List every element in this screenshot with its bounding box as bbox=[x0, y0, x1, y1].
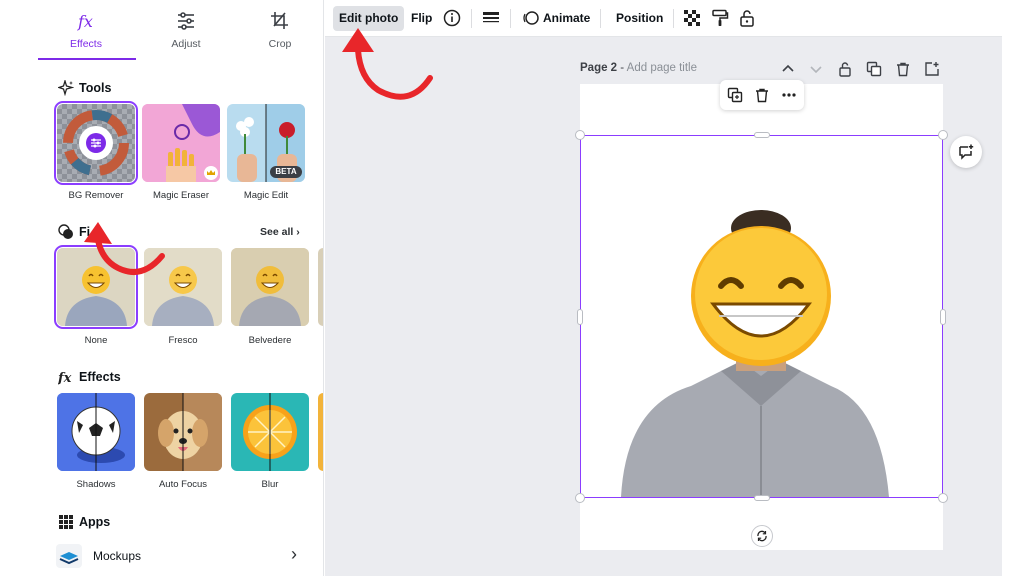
filters-icon bbox=[58, 224, 73, 239]
toolbar-divider bbox=[510, 9, 511, 28]
fx-icon: fx bbox=[77, 12, 93, 31]
tab-effects-label: Effects bbox=[70, 38, 102, 50]
duplicate-page-icon[interactable] bbox=[866, 61, 882, 77]
tab-adjust-label: Adjust bbox=[171, 38, 201, 50]
resize-handle-bottom-right[interactable] bbox=[938, 493, 948, 503]
filter-belvedere-card[interactable] bbox=[231, 248, 309, 326]
filter-belvedere-label: Belvedere bbox=[248, 335, 292, 346]
page-number: Page 2 bbox=[580, 62, 618, 74]
effect-autofocus-label: Auto Focus bbox=[158, 479, 208, 490]
sliders-icon bbox=[178, 12, 194, 30]
tab-effects[interactable]: fx Effects bbox=[38, 8, 134, 60]
adjust-sliders-icon bbox=[86, 133, 106, 153]
page-title-input[interactable]: Add page title bbox=[627, 62, 697, 74]
crop-icon bbox=[271, 12, 288, 29]
tab-adjust[interactable]: Adjust bbox=[138, 8, 234, 60]
filters-title: Fi bbox=[79, 225, 91, 239]
mockups-icon bbox=[56, 544, 82, 568]
rotate-icon bbox=[757, 530, 767, 542]
crown-icon bbox=[204, 166, 218, 180]
trash-icon[interactable] bbox=[754, 87, 770, 103]
resize-handle-bottom-left[interactable] bbox=[575, 493, 585, 503]
page-title-bar: Page 2 - Add page title bbox=[580, 62, 697, 74]
effect-autofocus-thumbnail bbox=[144, 393, 222, 471]
chevron-up-icon[interactable] bbox=[780, 61, 796, 77]
tab-crop-label: Crop bbox=[268, 38, 292, 50]
beta-badge: BETA bbox=[270, 166, 302, 178]
effect-shadows-thumbnail bbox=[57, 393, 135, 471]
paint-roller-icon[interactable] bbox=[711, 9, 729, 27]
resize-handle-top[interactable] bbox=[754, 132, 770, 138]
apps-title: Apps bbox=[79, 515, 111, 529]
sparkle-icon bbox=[58, 80, 74, 96]
resize-handle-top-left[interactable] bbox=[575, 130, 585, 140]
duplicate-icon[interactable] bbox=[727, 87, 743, 103]
filter-belvedere-thumbnail bbox=[231, 248, 309, 326]
effect-more-card[interactable] bbox=[318, 393, 323, 471]
see-all-label: See all bbox=[260, 226, 294, 238]
comment-plus-icon bbox=[959, 144, 974, 160]
magic-edit-card[interactable]: BETA bbox=[227, 104, 305, 182]
border-style-icon[interactable] bbox=[482, 9, 500, 27]
filter-none-label: None bbox=[84, 335, 108, 346]
position-button[interactable]: Position bbox=[610, 6, 669, 31]
mockups-app-item[interactable]: Mockups › bbox=[56, 541, 308, 571]
svg-text:fx: fx bbox=[77, 12, 93, 31]
resize-handle-right[interactable] bbox=[940, 309, 946, 325]
flip-button[interactable]: Flip bbox=[405, 6, 438, 31]
fx-section-icon: fx bbox=[58, 371, 72, 385]
effect-autofocus-card[interactable] bbox=[144, 393, 222, 471]
tab-crop[interactable]: Crop bbox=[232, 8, 323, 60]
filter-none-thumbnail bbox=[57, 248, 135, 326]
filter-fresco-label: Fresco bbox=[168, 335, 198, 346]
top-toolbar: Edit photo Flip Animate Position bbox=[325, 0, 1024, 37]
effects-title: Effects bbox=[79, 370, 121, 384]
side-panel: fx Effects Adjust Crop Tools BG Remover bbox=[0, 0, 324, 576]
magic-eraser-card[interactable] bbox=[142, 104, 220, 182]
filter-fresco-card[interactable] bbox=[144, 248, 222, 326]
delete-page-icon[interactable] bbox=[895, 61, 911, 77]
see-all-link[interactable]: See all › bbox=[260, 226, 300, 238]
mockups-label: Mockups bbox=[93, 549, 142, 563]
filter-none-card[interactable] bbox=[54, 245, 138, 329]
window-edge bbox=[1002, 0, 1024, 576]
transparency-icon[interactable] bbox=[683, 9, 701, 27]
filter-fresco-thumbnail bbox=[144, 248, 222, 326]
grid-icon bbox=[59, 515, 73, 529]
context-menu bbox=[720, 80, 804, 110]
effect-blur-label: Blur bbox=[261, 479, 279, 490]
resize-handle-top-right[interactable] bbox=[938, 130, 948, 140]
effect-blur-thumbnail bbox=[231, 393, 309, 471]
chevron-right-icon: › bbox=[296, 226, 300, 238]
magic-edit-label: Magic Edit bbox=[243, 190, 289, 201]
panel-tabs: fx Effects Adjust Crop bbox=[0, 0, 323, 62]
resize-handle-bottom[interactable] bbox=[754, 495, 770, 501]
toolbar-divider bbox=[471, 9, 472, 28]
add-page-icon[interactable] bbox=[924, 61, 940, 77]
rotate-handle[interactable] bbox=[751, 525, 773, 547]
add-comment-button[interactable] bbox=[950, 136, 982, 168]
chevron-down-icon[interactable] bbox=[808, 61, 824, 77]
chevron-right-icon: › bbox=[291, 544, 297, 564]
active-tab-indicator bbox=[38, 58, 136, 60]
animate-button[interactable]: Animate bbox=[537, 6, 596, 31]
page-lock-icon[interactable] bbox=[837, 61, 853, 77]
svg-text:fx: fx bbox=[58, 371, 72, 385]
filter-more-card[interactable] bbox=[318, 248, 323, 326]
effect-shadows-card[interactable] bbox=[57, 393, 135, 471]
selection-frame bbox=[580, 135, 943, 498]
tools-title: Tools bbox=[79, 81, 112, 95]
edit-photo-button[interactable]: Edit photo bbox=[333, 6, 405, 31]
effect-shadows-label: Shadows bbox=[76, 479, 116, 490]
bg-remover-card[interactable] bbox=[54, 101, 138, 185]
more-options-icon[interactable] bbox=[781, 87, 797, 103]
effect-blur-card[interactable] bbox=[231, 393, 309, 471]
page-title-separator: - bbox=[617, 62, 627, 74]
resize-handle-left[interactable] bbox=[577, 309, 583, 325]
lock-icon[interactable] bbox=[738, 9, 756, 27]
toolbar-divider bbox=[600, 9, 601, 28]
toolbar-divider bbox=[673, 9, 674, 28]
info-icon[interactable] bbox=[443, 9, 461, 27]
